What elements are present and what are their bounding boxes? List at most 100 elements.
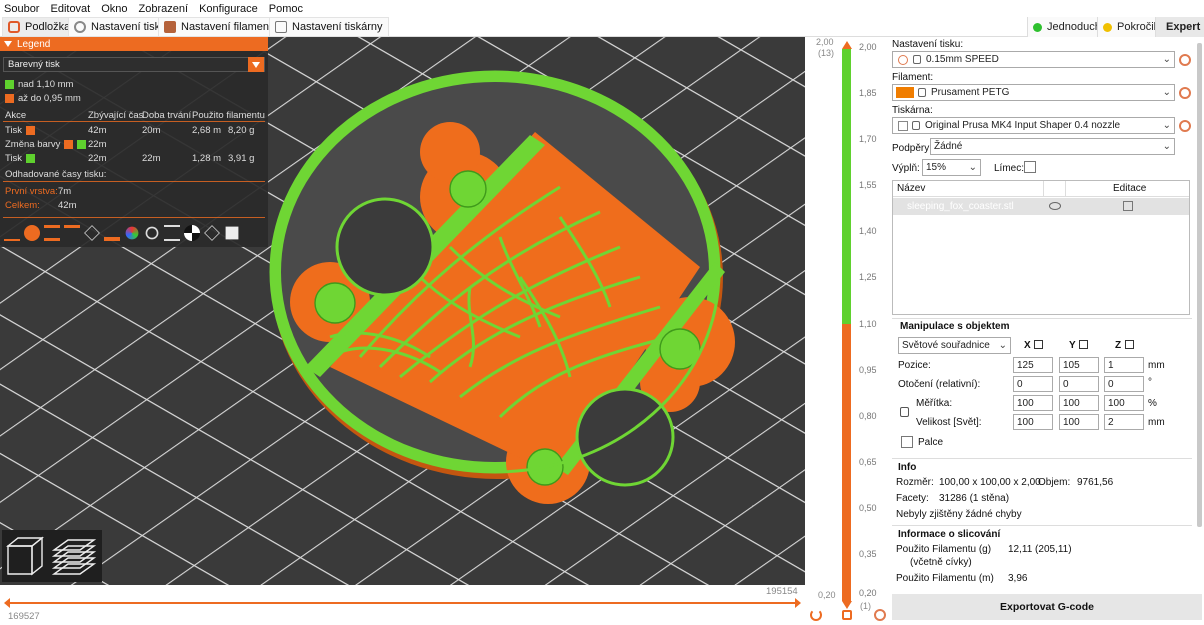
scale-label: Měřítka:	[916, 398, 953, 409]
print-settings-edit-icon[interactable]	[1179, 54, 1191, 66]
legend-row-duration: 20m	[142, 125, 161, 136]
infill-value: 15%	[926, 162, 947, 173]
mode-expert[interactable]: Expert	[1155, 17, 1204, 37]
axis-z-drop-icon[interactable]	[1125, 340, 1134, 349]
menu-edit[interactable]: Editovat	[50, 3, 90, 15]
object-list-row[interactable]: sleeping_fox_coaster.stl	[893, 198, 1189, 215]
printer-label: Tiskárna:	[892, 105, 933, 116]
pause-prints-icon[interactable]	[145, 226, 159, 240]
legend-row-remaining: 22m	[88, 139, 107, 150]
position-x-input[interactable]: 125	[1013, 357, 1053, 373]
axis-y-drop-icon[interactable]	[1079, 340, 1088, 349]
legend-range-item: až do 0,95 mm	[5, 93, 81, 104]
size-y-input[interactable]: 100	[1059, 414, 1099, 430]
legend-view-type-select[interactable]: Barevný tisk	[3, 57, 265, 72]
coord-system-combo[interactable]: Světové souřadnice ⌄	[898, 337, 1011, 354]
size-z-input[interactable]: 2	[1104, 414, 1144, 430]
scale-lock-icon[interactable]	[900, 407, 909, 417]
inches-checkbox[interactable]	[901, 436, 913, 448]
color-changes-icon[interactable]	[125, 226, 139, 240]
position-y-input[interactable]: 105	[1059, 357, 1099, 373]
view-mode-toggle[interactable]	[2, 530, 102, 582]
infill-combo[interactable]: 15% ⌄	[922, 159, 981, 176]
vslider-top-handle[interactable]	[842, 41, 852, 49]
wipe-icon[interactable]	[24, 225, 40, 241]
legend-row: Změna barvy	[5, 139, 90, 150]
menu-configuration[interactable]: Konfigurace	[199, 3, 258, 15]
retractions-icon[interactable]	[44, 225, 60, 241]
color-swatch	[5, 80, 14, 89]
mode-simple-dot-icon	[1033, 22, 1042, 32]
collapse-triangle-icon	[4, 41, 12, 47]
tab-plater[interactable]: Podložka	[2, 17, 78, 37]
scale-z-input[interactable]: 100	[1104, 395, 1144, 411]
rotation-y-input[interactable]: 0	[1059, 376, 1099, 392]
vslider-bottom-label: 0,20	[818, 590, 836, 600]
filament-g-sub: (včetně cívky)	[910, 557, 972, 568]
scale-y-input[interactable]: 100	[1059, 395, 1099, 411]
hslider-track-graphic[interactable]	[0, 585, 805, 625]
printer-combo[interactable]: Original Prusa MK4 Input Shaper 0.4 nozz…	[892, 117, 1175, 134]
tab-bar: Podložka Nastavení tisku Nastavení filam…	[0, 17, 1204, 37]
printer-edit-icon[interactable]	[1179, 120, 1191, 132]
tab-filament-settings[interactable]: Nastavení filamentu	[158, 17, 286, 37]
tab-printer-settings[interactable]: Nastavení tiskárny	[269, 17, 390, 37]
menu-help[interactable]: Pomoc	[269, 3, 303, 15]
print-settings-label: Nastavení tisku:	[892, 39, 964, 50]
filament-icon	[164, 21, 176, 33]
info-title: Info	[898, 462, 917, 473]
menu-view[interactable]: Zobrazení	[139, 3, 189, 15]
center-of-gravity-icon[interactable]	[184, 225, 200, 241]
tool-changes-icon[interactable]	[104, 225, 120, 241]
brim-checkbox[interactable]	[1024, 161, 1036, 173]
info-errors-text: Nebyly zjištěny žádné chyby	[896, 509, 1022, 520]
travel-icon[interactable]	[4, 225, 20, 241]
menu-window[interactable]: Okno	[101, 3, 127, 15]
position-z-input[interactable]: 1	[1104, 357, 1144, 373]
vertical-layer-slider[interactable]: 2,00 (13) 2,00 1,85 1,70 1,55 1,40 1,25 …	[805, 37, 890, 625]
filament-color-swatch[interactable]	[896, 87, 914, 98]
legend-feature-toggles	[4, 225, 266, 243]
shells-icon[interactable]	[204, 225, 220, 241]
legend-row-weight: 8,20 g	[228, 125, 255, 136]
lock-icon[interactable]	[842, 610, 852, 620]
rotation-z-input[interactable]: 0	[1104, 376, 1144, 392]
menu-file[interactable]: Soubor	[4, 3, 39, 15]
object-list-col-name[interactable]: Název	[897, 183, 925, 194]
legend-total-label: Celkem:	[5, 200, 40, 211]
hslider-right-value: 195154	[766, 586, 798, 597]
vslider-green-range	[842, 49, 851, 324]
size-x-input[interactable]: 100	[1013, 414, 1053, 430]
color-swatch	[26, 154, 36, 163]
supports-combo[interactable]: Žádné ⌄	[930, 138, 1175, 155]
filament-edit-icon[interactable]	[1179, 87, 1191, 99]
seams-icon[interactable]	[84, 225, 100, 241]
legend-divider	[3, 217, 265, 218]
plater-icon	[8, 21, 20, 33]
scale-unit: %	[1148, 398, 1157, 409]
deretractions-icon[interactable]	[64, 225, 80, 241]
object-list-col-edit[interactable]: Editace	[1113, 183, 1146, 194]
export-gcode-button[interactable]: Exportovat G-code	[892, 594, 1202, 620]
sidebar-scrollbar[interactable]	[1197, 43, 1202, 527]
custom-gcodes-icon[interactable]	[164, 225, 180, 241]
print-settings-combo[interactable]: 0.15mm SPEED ⌄	[892, 51, 1175, 68]
vslider-bottom-handle[interactable]	[842, 601, 852, 609]
chevron-down-icon: ⌄	[968, 162, 977, 173]
legend-col-duration: Doba trvání	[142, 110, 192, 121]
scale-x-input[interactable]: 100	[1013, 395, 1053, 411]
tool-marker-icon[interactable]	[225, 226, 239, 240]
cog-icon[interactable]	[874, 609, 886, 621]
undo-arrow-icon[interactable]	[810, 609, 822, 621]
edit-icon[interactable]	[1123, 201, 1133, 211]
legend-header[interactable]: Legend	[0, 37, 268, 51]
view-cubes-graphic	[6, 536, 97, 576]
axis-x-drop-icon[interactable]	[1034, 340, 1043, 349]
mode-expert-label: Expert	[1166, 21, 1201, 33]
filament-m-label: Použito Filamentu (m)	[896, 573, 994, 584]
filament-combo[interactable]: Prusament PETG ⌄	[892, 84, 1175, 101]
eye-icon[interactable]	[1049, 202, 1061, 210]
filament-label: Filament:	[892, 72, 934, 83]
tab-filament-settings-label: Nastavení filamentu	[181, 21, 279, 33]
rotation-x-input[interactable]: 0	[1013, 376, 1053, 392]
